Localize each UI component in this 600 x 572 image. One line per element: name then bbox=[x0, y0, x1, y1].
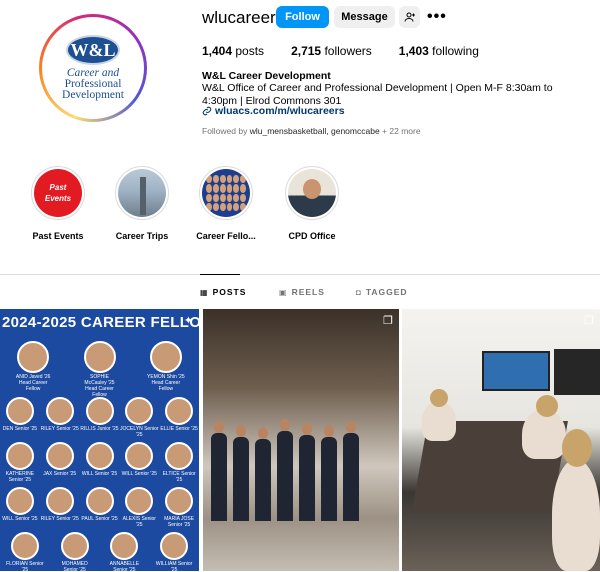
fellow-name: RILLIS Junior '25 bbox=[80, 426, 119, 432]
grid-icon: ▦ bbox=[200, 287, 209, 297]
highlight-label: CPD Office bbox=[288, 231, 336, 241]
meeting-screen bbox=[482, 351, 550, 391]
active-tab-indicator bbox=[200, 274, 240, 275]
highlight-past-events[interactable]: Past Events Past Events bbox=[18, 166, 98, 241]
suggested-users-button[interactable] bbox=[399, 6, 420, 28]
tab-reels[interactable]: ▣ REELS bbox=[279, 287, 325, 297]
fellow-name: WILLIAM Senior '25 bbox=[155, 561, 193, 571]
fellow-photo bbox=[85, 487, 114, 515]
fellow-name: SOPHIE McCauley '25 Head Career Fellow bbox=[84, 374, 115, 398]
following-count[interactable]: 1,403 following bbox=[399, 44, 479, 58]
profile-avatar[interactable]: W&L Career and Professional Development bbox=[39, 14, 147, 122]
fellow-photo bbox=[165, 442, 194, 470]
fellow-name: JAX Senior '25 bbox=[43, 471, 77, 477]
tab-tagged[interactable]: ◘ TAGGED bbox=[356, 287, 408, 297]
fellow-photo bbox=[165, 397, 194, 425]
more-options-icon[interactable]: ••• bbox=[427, 8, 447, 26]
pinned-icon: ✦ bbox=[183, 315, 193, 327]
fellow-photo bbox=[160, 532, 189, 560]
fellow-name: ELTICE Senior '25 bbox=[162, 471, 196, 483]
fellow-photo bbox=[45, 442, 74, 470]
reels-icon: ▣ bbox=[279, 287, 288, 297]
profile-full-name: W&L Career Development bbox=[202, 70, 331, 82]
fellow-name: ANNABELLE Senior '25 bbox=[109, 561, 140, 571]
fellow-name: ELLIE Senior '25 bbox=[160, 426, 198, 432]
fellow-name: ANID Javed '26 Head Career Fellow bbox=[15, 374, 51, 392]
fellow-photo bbox=[85, 442, 114, 470]
profile-stats: 1,404 posts 2,715 followers 1,403 follow… bbox=[202, 44, 506, 58]
fellow-name: ALEXIS Senior '25 bbox=[122, 516, 156, 528]
fellow-photo bbox=[10, 532, 39, 560]
post-title: 2024-2025 CAREER FELLOWS bbox=[2, 314, 199, 331]
cpd-office-cover bbox=[288, 169, 336, 217]
fellow-photo bbox=[125, 442, 154, 470]
fellow-name: YEMON Shin '25 Head Career Fellow bbox=[147, 374, 185, 392]
fellow-photo bbox=[60, 532, 89, 560]
fellow-photo bbox=[5, 487, 34, 515]
highlight-label: Past Events bbox=[32, 231, 84, 241]
carousel-icon: ❐ bbox=[383, 315, 393, 327]
follow-button[interactable]: Follow bbox=[276, 6, 329, 28]
career-trips-cover bbox=[118, 169, 166, 217]
fellow-name: RILEY Senior '25 bbox=[40, 426, 79, 432]
post-office-meeting[interactable]: ❐ bbox=[402, 309, 600, 571]
link-icon bbox=[202, 106, 212, 116]
fellow-name: DEN Senior '25 bbox=[2, 426, 38, 432]
fellow-name: RILEY Senior '25 bbox=[40, 516, 79, 522]
carousel-icon: ❐ bbox=[584, 315, 594, 327]
tabs-divider bbox=[0, 274, 600, 275]
past-events-cover: Past Events bbox=[34, 169, 82, 217]
highlight-career-fellows[interactable]: Career Fello... bbox=[186, 166, 266, 241]
fellow-photo bbox=[5, 397, 34, 425]
fellow-name: FLORIAN Senior '25 bbox=[6, 561, 44, 571]
fellows-grid: ANID Javed '26 Head Career Fellow SOPHIE … bbox=[0, 341, 199, 571]
highlight-label: Career Fello... bbox=[196, 231, 256, 241]
fellow-name: WILL Senior '25 bbox=[121, 471, 157, 477]
wl-career-logo: W&L Career and Professional Development bbox=[45, 20, 141, 116]
add-user-icon bbox=[404, 12, 415, 22]
tagged-icon: ◘ bbox=[356, 287, 362, 297]
fellow-photo bbox=[85, 397, 114, 425]
logo-line-3: Development bbox=[62, 89, 124, 101]
fellow-photo bbox=[45, 397, 74, 425]
fellow-name: KATHERINE Senior '25 bbox=[5, 471, 35, 483]
highlight-cpd-office[interactable]: CPD Office bbox=[272, 166, 352, 241]
group-photo bbox=[211, 419, 381, 521]
fellow-name: WILL Senior '25 bbox=[81, 471, 118, 477]
fellow-photo bbox=[17, 341, 50, 373]
fellow-photo bbox=[125, 397, 154, 425]
wl-logo-mark: W&L bbox=[66, 35, 120, 65]
followed-by-text[interactable]: Followed by wlu_mensbasketball, genomcca… bbox=[202, 126, 421, 136]
fellow-photo bbox=[125, 487, 154, 515]
profile-link[interactable]: wluacs.com/m/wlucareers bbox=[202, 105, 345, 117]
highlight-label: Career Trips bbox=[115, 231, 169, 241]
fellow-photo bbox=[165, 487, 194, 515]
message-button[interactable]: Message bbox=[334, 6, 395, 28]
fellow-photo bbox=[149, 341, 182, 373]
career-fellows-cover bbox=[202, 169, 250, 217]
post-career-fellows[interactable]: 2024-2025 CAREER FELLOWS ✦ ANID Javed '2… bbox=[0, 309, 199, 571]
profile-username: wlucareers bbox=[202, 8, 285, 27]
post-career-trip-group[interactable]: ❐ bbox=[203, 309, 399, 571]
fellow-photo bbox=[83, 341, 116, 373]
followers-count[interactable]: 2,715 followers bbox=[291, 44, 372, 58]
tab-posts[interactable]: ▦ POSTS bbox=[200, 287, 246, 297]
posts-count[interactable]: 1,404 posts bbox=[202, 44, 264, 58]
fellow-photo bbox=[45, 487, 74, 515]
fellow-name: MARIA JOSE Senior '25 bbox=[164, 516, 195, 528]
highlight-career-trips[interactable]: Career Trips bbox=[102, 166, 182, 241]
fellow-photo bbox=[5, 442, 34, 470]
fellow-name: JOCELYN Senior '25 bbox=[120, 426, 159, 438]
fellow-name: MOHAMED Senior '25 bbox=[61, 561, 88, 571]
fellow-photo bbox=[110, 532, 139, 560]
fellow-name: PAUL Senior '25 bbox=[81, 516, 118, 522]
fellow-name: WILL Senior '25 bbox=[2, 516, 38, 522]
